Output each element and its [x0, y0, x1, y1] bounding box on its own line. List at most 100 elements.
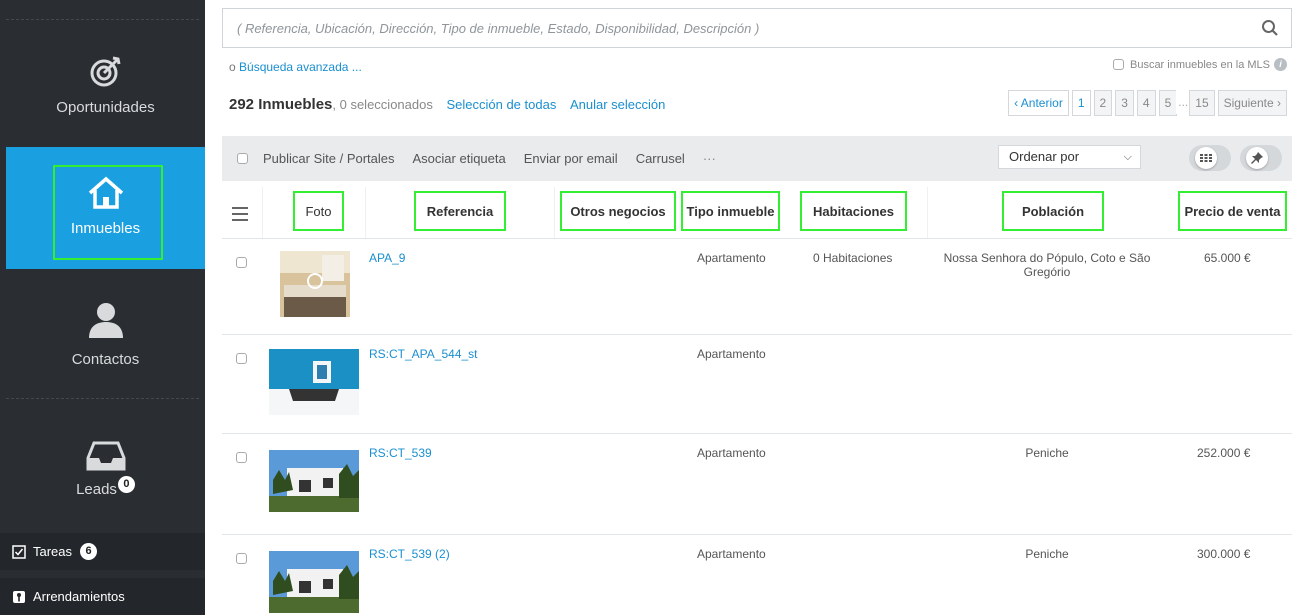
- pager-page-3[interactable]: 3: [1115, 90, 1134, 116]
- chevron-down-icon: ⌵: [1123, 151, 1132, 163]
- column-foto[interactable]: Foto: [293, 191, 344, 231]
- table-header: Foto Referencia Otros negocios Tipo inmu…: [222, 187, 1292, 239]
- row-precio: 252.000 €: [1197, 446, 1251, 460]
- property-photo[interactable]: [269, 349, 359, 415]
- pager-prev[interactable]: ‹ Anterior: [1008, 90, 1069, 116]
- row-precio: 300.000 €: [1197, 547, 1251, 561]
- pager-ellipsis: ...: [1176, 90, 1191, 114]
- main-content: o Búsqueda avanzada ... Buscar inmuebles…: [205, 0, 1305, 615]
- pagination: ‹ Anterior 1 2 3 4 5 ... 15 Siguiente ›: [1008, 90, 1287, 116]
- property-photo[interactable]: [280, 251, 350, 317]
- leads-count-badge: 0: [117, 476, 135, 493]
- table-row[interactable]: APA_9 Apartamento 0 Habitaciones Nossa S…: [222, 239, 1292, 335]
- pager-page-1[interactable]: 1: [1071, 90, 1091, 116]
- advanced-prefix: o: [229, 60, 236, 74]
- pin-icon: [1246, 147, 1268, 169]
- toolbar: Publicar Site / Portales Asociar etiquet…: [222, 136, 1292, 181]
- results-summary: 292 Inmuebles, 0 seleccionados Selección…: [229, 96, 665, 113]
- user-icon: [88, 303, 123, 338]
- selected-count: , 0 seleccionados: [332, 97, 433, 112]
- results-count: 292 Inmuebles: [229, 96, 333, 113]
- column-tipo-inmueble[interactable]: Tipo inmueble: [681, 191, 780, 231]
- sidebar-item-inmuebles[interactable]: Inmuebles: [6, 147, 205, 269]
- row-checkbox[interactable]: [236, 353, 247, 364]
- highlight-box: [53, 165, 163, 260]
- row-checkbox[interactable]: [236, 257, 247, 268]
- sidebar-item-arrendamientos[interactable]: Arrendamientos: [0, 578, 205, 615]
- row-poblacion: Nossa Senhora do Pópulo, Coto e São Greg…: [943, 251, 1151, 279]
- publish-button[interactable]: Publicar Site / Portales: [263, 151, 395, 166]
- sidebar: Oportunidades Inmuebles Contactos Leads 0: [0, 0, 205, 615]
- grid-view-icon: [1195, 147, 1217, 169]
- table-row[interactable]: RS:CT_539 Apartamento Peniche 252.000 €: [222, 434, 1292, 535]
- row-habitaciones: 0 Habitaciones: [813, 251, 893, 265]
- row-checkbox[interactable]: [236, 553, 247, 564]
- pager-next[interactable]: Siguiente ›: [1217, 90, 1287, 116]
- row-poblacion: Peniche: [1025, 547, 1069, 561]
- sidebar-item-leads[interactable]: Leads 0: [6, 430, 205, 530]
- column-divider: [927, 187, 928, 238]
- column-otros-negocios[interactable]: Otros negocios: [560, 191, 676, 231]
- sidebar-item-label: Arrendamientos: [33, 589, 125, 604]
- row-ref-link[interactable]: APA_9: [369, 251, 405, 265]
- checkbox-icon: [12, 544, 26, 559]
- advanced-search-link[interactable]: Búsqueda avanzada ...: [239, 60, 362, 74]
- search-bar: [222, 8, 1292, 48]
- sort-select[interactable]: Ordenar por ⌵: [998, 145, 1141, 169]
- pager-page-4[interactable]: 4: [1136, 90, 1156, 116]
- row-precio: 65.000 €: [1204, 251, 1251, 265]
- target-icon: [90, 56, 120, 87]
- pager-page-last[interactable]: 15: [1189, 90, 1215, 116]
- row-checkbox[interactable]: [236, 452, 247, 463]
- pager-page-5[interactable]: 5: [1158, 90, 1178, 116]
- select-all-checkbox[interactable]: [237, 153, 248, 164]
- key-icon: [13, 590, 25, 603]
- pin-toggle[interactable]: [1240, 145, 1282, 171]
- columns-menu-icon[interactable]: [232, 207, 248, 221]
- row-tipo: Apartamento: [697, 347, 766, 361]
- table-row[interactable]: RS:CT_APA_544_st Apartamento: [222, 335, 1292, 434]
- sidebar-item-label: Tareas: [33, 544, 73, 559]
- mls-label: Buscar inmuebles en la MLS: [1129, 58, 1270, 71]
- table-row[interactable]: RS:CT_539 (2) Apartamento Peniche 300.00…: [222, 535, 1292, 615]
- search-icon[interactable]: [1261, 19, 1279, 37]
- inbox-icon: [86, 441, 125, 471]
- row-tipo: Apartamento: [697, 251, 766, 265]
- column-precio-venta[interactable]: Precio de venta: [1178, 191, 1287, 231]
- sidebar-item-oportunidades[interactable]: Oportunidades: [6, 40, 205, 140]
- select-all-link[interactable]: Selección de todas: [446, 97, 556, 112]
- sidebar-item-tareas[interactable]: Tareas 6: [0, 533, 205, 570]
- property-photo[interactable]: [269, 551, 359, 613]
- row-ref-link[interactable]: RS:CT_539 (2): [369, 547, 450, 561]
- column-referencia[interactable]: Referencia: [414, 191, 506, 231]
- row-ref-link[interactable]: RS:CT_APA_544_st: [369, 347, 478, 361]
- column-habitaciones[interactable]: Habitaciones: [800, 191, 907, 231]
- sidebar-item-contactos[interactable]: Contactos: [6, 290, 205, 390]
- row-poblacion: Peniche: [1025, 446, 1069, 460]
- advanced-search-line: o Búsqueda avanzada ...: [229, 60, 362, 74]
- column-divider: [365, 187, 366, 238]
- column-divider: [262, 187, 263, 238]
- clear-selection-link[interactable]: Anular selección: [570, 97, 665, 112]
- row-tipo: Apartamento: [697, 547, 766, 561]
- column-divider: [554, 187, 555, 238]
- column-poblacion[interactable]: Población: [1002, 191, 1104, 231]
- pager-page-2[interactable]: 2: [1093, 90, 1113, 116]
- info-icon[interactable]: i: [1274, 58, 1287, 71]
- mls-option: Buscar inmuebles en la MLS i: [1112, 58, 1287, 71]
- sidebar-leads-label-wrap: Leads 0: [6, 476, 205, 500]
- mls-checkbox[interactable]: [1112, 59, 1124, 70]
- row-tipo: Apartamento: [697, 446, 766, 460]
- sort-label: Ordenar por: [1009, 149, 1080, 164]
- tag-button[interactable]: Asociar etiqueta: [413, 151, 506, 166]
- more-button[interactable]: ···: [703, 151, 716, 166]
- carousel-button[interactable]: Carrusel: [636, 151, 685, 166]
- sidebar-item-label: Leads: [76, 481, 117, 498]
- sidebar-item-label: Contactos: [71, 351, 140, 368]
- row-ref-link[interactable]: RS:CT_539: [369, 446, 432, 460]
- search-input[interactable]: [235, 9, 1239, 47]
- email-button[interactable]: Enviar por email: [524, 151, 618, 166]
- tasks-count-badge: 6: [80, 543, 98, 560]
- property-photo[interactable]: [269, 450, 359, 512]
- view-toggle[interactable]: [1189, 145, 1231, 171]
